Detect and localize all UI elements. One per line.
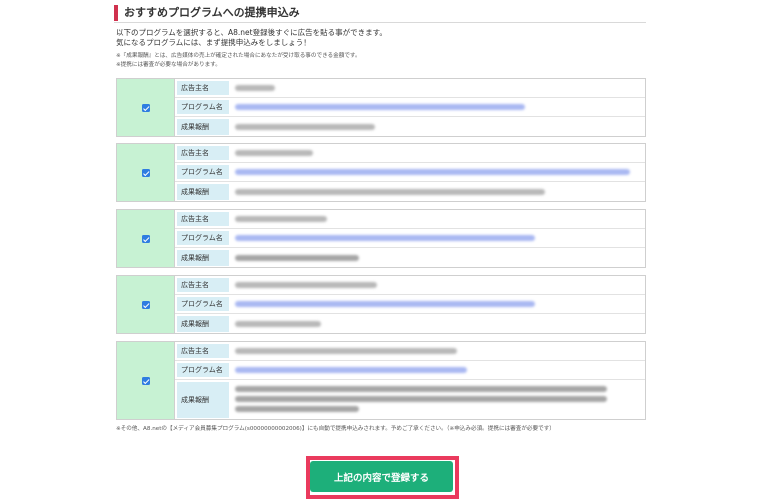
checkbox-cell[interactable] [117, 79, 175, 136]
program-row: 広告主名 プログラム名 成果報酬 [116, 143, 646, 202]
program-row: 広告主名 プログラム名 成果報酬 [116, 78, 646, 137]
intro-line-2: 気になるプログラムには、まず提携申込みをしましょう！ [116, 38, 311, 47]
checkbox-cell[interactable] [117, 210, 175, 267]
reward-row: 成果報酬 [175, 182, 645, 202]
program-name-label: プログラム名 [177, 100, 229, 114]
program-name-link[interactable] [235, 361, 637, 379]
advertiser-label: 広告主名 [177, 212, 229, 226]
submit-button[interactable]: 上記の内容で登録する [310, 461, 453, 492]
footer-note: ※その他、A8.netの【メディア会員募集プログラム(s000000000020… [116, 426, 555, 432]
section-title: おすすめプログラムへの提携申込み [114, 5, 646, 21]
reward-value [235, 314, 637, 334]
program-name-label: プログラム名 [177, 297, 229, 311]
checkbox-cell[interactable] [117, 144, 175, 201]
checkbox-cell[interactable] [117, 342, 175, 419]
reward-row: 成果報酬 [175, 314, 645, 334]
advertiser-label: 広告主名 [177, 344, 229, 358]
program-name-link[interactable] [235, 295, 637, 313]
heading-divider [114, 22, 646, 23]
advertiser-label: 広告主名 [177, 278, 229, 292]
advertiser-value [235, 144, 637, 162]
reward-value [235, 248, 637, 268]
program-row: 広告主名 プログラム名 成果報酬 [116, 341, 646, 420]
intro-text: 以下のプログラムを選択すると、A8.net登録後すぐに広告を貼る事ができます。 … [116, 28, 387, 48]
reward-value [235, 380, 637, 420]
reward-label: 成果報酬 [177, 382, 229, 418]
program-checkbox[interactable] [142, 377, 150, 385]
program-name-row: プログラム名 [175, 295, 645, 314]
program-checkbox[interactable] [142, 235, 150, 243]
program-name-row: プログラム名 [175, 361, 645, 380]
advertiser-value [235, 79, 637, 97]
advertiser-row: 広告主名 [175, 79, 645, 98]
reward-label: 成果報酬 [177, 184, 229, 200]
program-name-link[interactable] [235, 163, 637, 181]
program-name-link[interactable] [235, 98, 637, 116]
advertiser-row: 広告主名 [175, 210, 645, 229]
advertiser-label: 広告主名 [177, 146, 229, 160]
program-name-row: プログラム名 [175, 229, 645, 248]
program-name-row: プログラム名 [175, 98, 645, 117]
program-checkbox[interactable] [142, 301, 150, 309]
reward-row: 成果報酬 [175, 380, 645, 420]
reward-label: 成果報酬 [177, 316, 229, 332]
reward-row: 成果報酬 [175, 248, 645, 268]
reward-label: 成果報酬 [177, 250, 229, 266]
program-row: 広告主名 プログラム名 成果報酬 [116, 209, 646, 268]
program-name-label: プログラム名 [177, 231, 229, 245]
reward-label: 成果報酬 [177, 119, 229, 135]
program-name-row: プログラム名 [175, 163, 645, 182]
reward-row: 成果報酬 [175, 117, 645, 137]
checkbox-cell[interactable] [117, 276, 175, 333]
advertiser-value [235, 210, 637, 228]
program-checkbox[interactable] [142, 169, 150, 177]
review-note: ※提携には審査が必要な場合があります。 [116, 62, 221, 68]
reward-note: ※『成果報酬』とは、広告媒体の売上が確定された場合にあなたが受け取る事のできる金… [116, 53, 361, 59]
program-name-label: プログラム名 [177, 363, 229, 377]
program-name-label: プログラム名 [177, 165, 229, 179]
advertiser-value [235, 342, 637, 360]
advertiser-value [235, 276, 637, 294]
program-checkbox[interactable] [142, 104, 150, 112]
advertiser-row: 広告主名 [175, 342, 645, 361]
reward-value [235, 182, 637, 202]
reward-value [235, 117, 637, 137]
advertiser-row: 広告主名 [175, 276, 645, 295]
intro-line-1: 以下のプログラムを選択すると、A8.net登録後すぐに広告を貼る事ができます。 [116, 28, 387, 37]
advertiser-row: 広告主名 [175, 144, 645, 163]
advertiser-label: 広告主名 [177, 81, 229, 95]
program-row: 広告主名 プログラム名 成果報酬 [116, 275, 646, 334]
program-name-link[interactable] [235, 229, 637, 247]
